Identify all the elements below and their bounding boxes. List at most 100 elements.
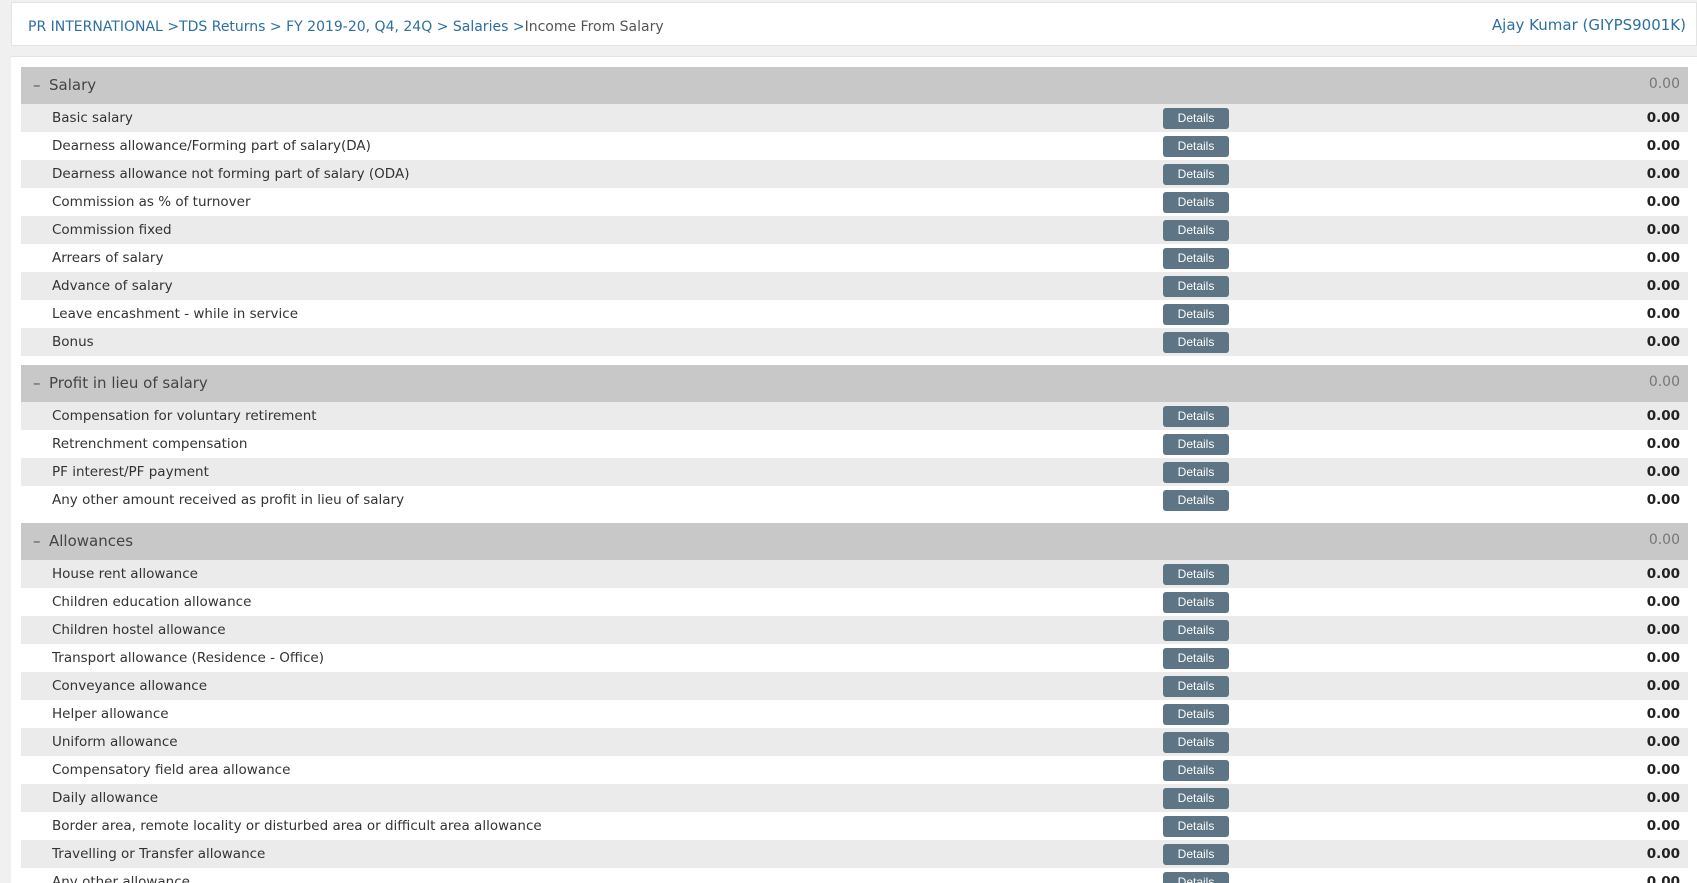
income-sections: – Salary 0.00 Basic salary Details 0.00 Dearne… [21, 67, 1688, 883]
breadcrumb-separator: > [269, 19, 282, 35]
section-header[interactable]: – Profit in lieu of salary 0.00 [21, 365, 1688, 402]
table-row: Basic salary Details 0.00 [21, 104, 1688, 132]
section-total: 0.00 [1648, 76, 1680, 92]
row-amount: 0.00 [1646, 678, 1680, 694]
details-button[interactable]: Details [1163, 704, 1229, 725]
details-button[interactable]: Details [1163, 192, 1229, 213]
details-button[interactable]: Details [1163, 108, 1229, 129]
table-row: Helper allowance Details 0.00 [21, 700, 1688, 728]
section-title: Profit in lieu of salary [49, 374, 208, 392]
row-amount: 0.00 [1646, 650, 1680, 666]
details-button[interactable]: Details [1163, 788, 1229, 809]
details-button[interactable]: Details [1163, 164, 1229, 185]
breadcrumb-current: Income From Salary [524, 19, 664, 35]
section-header[interactable]: – Salary 0.00 [21, 67, 1688, 104]
row-label: Basic salary [52, 110, 133, 126]
section-salary: – Salary 0.00 Basic salary Details 0.00 Dearne… [21, 67, 1688, 356]
table-row: Any other amount received as profit in l… [21, 486, 1688, 514]
details-button[interactable]: Details [1163, 732, 1229, 753]
details-button[interactable]: Details [1163, 406, 1229, 427]
row-amount: 0.00 [1646, 622, 1680, 638]
details-button[interactable]: Details [1163, 648, 1229, 669]
row-amount: 0.00 [1646, 408, 1680, 424]
row-label: Advance of salary [52, 278, 173, 294]
row-label: Retrenchment compensation [52, 436, 248, 452]
row-amount: 0.00 [1646, 194, 1680, 210]
row-amount: 0.00 [1646, 492, 1680, 508]
row-label: Children hostel allowance [52, 622, 226, 638]
row-label: Travelling or Transfer allowance [52, 846, 266, 862]
row-label: Helper allowance [52, 706, 169, 722]
details-button[interactable]: Details [1163, 816, 1229, 837]
row-amount: 0.00 [1646, 464, 1680, 480]
breadcrumb-link-fy[interactable]: FY 2019-20, Q4, 24Q [286, 19, 432, 35]
details-button[interactable]: Details [1163, 220, 1229, 241]
details-button[interactable]: Details [1163, 760, 1229, 781]
details-button[interactable]: Details [1163, 462, 1229, 483]
row-amount: 0.00 [1646, 594, 1680, 610]
details-button[interactable]: Details [1163, 136, 1229, 157]
details-button[interactable]: Details [1163, 248, 1229, 269]
table-row: Children hostel allowance Details 0.00 [21, 616, 1688, 644]
details-button[interactable]: Details [1163, 676, 1229, 697]
details-button[interactable]: Details [1163, 872, 1229, 883]
top-bar: PR INTERNATIONAL >TDS Returns > FY 2019-… [11, 2, 1697, 46]
user-name-link[interactable]: Ajay Kumar (GIYPS9001K) [1492, 16, 1686, 34]
row-label: PF interest/PF payment [52, 464, 209, 480]
row-label: Dearness allowance/Forming part of salar… [52, 138, 371, 154]
table-row: Compensation for voluntary retirement Det… [21, 402, 1688, 430]
section-profit-in-lieu-of-salary: – Profit in lieu of salary 0.00 Compensatio… [21, 365, 1688, 514]
section-rows: Compensation for voluntary retirement Det… [21, 402, 1688, 514]
row-amount: 0.00 [1646, 706, 1680, 722]
collapse-toggle-icon[interactable]: – [33, 532, 41, 550]
details-button[interactable]: Details [1163, 564, 1229, 585]
row-amount: 0.00 [1646, 138, 1680, 154]
details-button[interactable]: Details [1163, 332, 1229, 353]
row-label: Any other amount received as profit in l… [52, 492, 405, 508]
row-amount: 0.00 [1646, 250, 1680, 266]
row-label: Dearness allowance not forming part of s… [52, 166, 410, 182]
breadcrumb: PR INTERNATIONAL >TDS Returns > FY 2019-… [28, 19, 664, 35]
table-row: Border area, remote locality or disturbe… [21, 812, 1688, 840]
row-label: Compensatory field area allowance [52, 762, 291, 778]
row-label: Leave encashment - while in service [52, 306, 299, 322]
row-label: House rent allowance [52, 566, 198, 582]
details-button[interactable]: Details [1163, 490, 1229, 511]
breadcrumb-link-company[interactable]: PR INTERNATIONAL [28, 19, 163, 35]
table-row: Compensatory field area allowance Details… [21, 756, 1688, 784]
details-button[interactable]: Details [1163, 304, 1229, 325]
table-row: Children education allowance Details 0.00 [21, 588, 1688, 616]
row-amount: 0.00 [1646, 334, 1680, 350]
row-label: Uniform allowance [52, 734, 178, 750]
row-label: Any other allowance [52, 874, 190, 883]
table-row: Commission as % of turnover Details 0.00 [21, 188, 1688, 216]
section-title: Salary [49, 76, 97, 94]
section-header[interactable]: – Allowances 0.00 [21, 523, 1688, 560]
details-button[interactable]: Details [1163, 276, 1229, 297]
row-label: Commission as % of turnover [52, 194, 251, 210]
row-amount: 0.00 [1646, 818, 1680, 834]
details-button[interactable]: Details [1163, 844, 1229, 865]
table-row: Daily allowance Details 0.00 [21, 784, 1688, 812]
table-row: Advance of salary Details 0.00 [21, 272, 1688, 300]
details-button[interactable]: Details [1163, 434, 1229, 455]
details-button[interactable]: Details [1163, 620, 1229, 641]
section-allowances: – Allowances 0.00 House rent allowance Detai… [21, 523, 1688, 883]
collapse-toggle-icon[interactable]: – [33, 374, 41, 392]
row-amount: 0.00 [1646, 166, 1680, 182]
row-amount: 0.00 [1646, 762, 1680, 778]
row-amount: 0.00 [1646, 846, 1680, 862]
details-button[interactable]: Details [1163, 592, 1229, 613]
table-row: Dearness allowance not forming part of s… [21, 160, 1688, 188]
table-row: Transport allowance (Residence - Office)… [21, 644, 1688, 672]
row-amount: 0.00 [1646, 566, 1680, 582]
collapse-toggle-icon[interactable]: – [33, 76, 41, 94]
row-amount: 0.00 [1646, 110, 1680, 126]
row-label: Arrears of salary [52, 250, 164, 266]
table-row: Dearness allowance/Forming part of salar… [21, 132, 1688, 160]
breadcrumb-link-tds-returns[interactable]: TDS Returns [179, 19, 265, 35]
table-row: House rent allowance Details 0.00 [21, 560, 1688, 588]
table-row: Travelling or Transfer allowance Details 0… [21, 840, 1688, 868]
breadcrumb-link-salaries[interactable]: Salaries [453, 19, 509, 35]
row-label: Children education allowance [52, 594, 252, 610]
